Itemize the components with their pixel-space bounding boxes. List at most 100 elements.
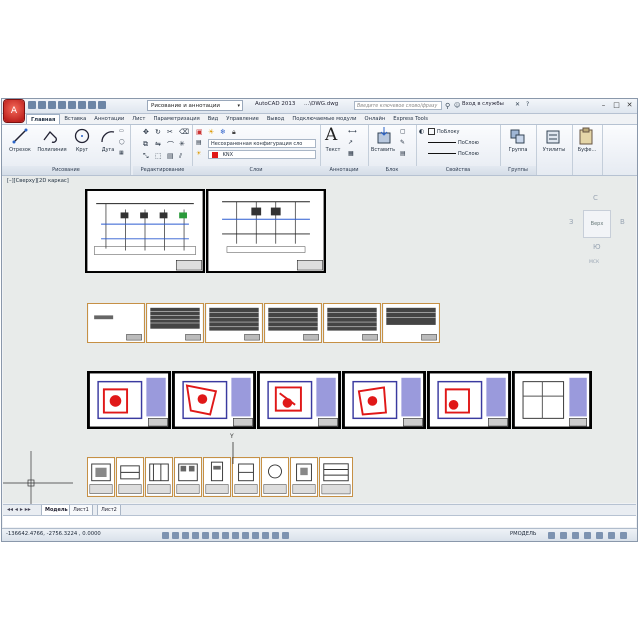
search-input[interactable]: Введите ключевое слово/фразу (354, 101, 442, 110)
dimension-icon[interactable]: ⟷ (348, 128, 357, 135)
edit-block-icon[interactable]: ✎ (400, 139, 405, 146)
status-menu-icon[interactable] (608, 532, 615, 539)
text-icon[interactable]: A (325, 125, 337, 145)
layer-properties-icon[interactable]: ▣ (196, 128, 203, 136)
color-select[interactable]: ПоБлоку (428, 128, 496, 136)
copy-icon[interactable]: ⧉ (143, 140, 148, 149)
tab-output[interactable]: Вывод (263, 114, 288, 124)
line-button[interactable]: Отрезок (4, 147, 36, 153)
lineweight-select[interactable]: ПоСлою (428, 150, 496, 158)
text-button[interactable]: Текст (320, 147, 346, 153)
leader-icon[interactable]: ↗ (348, 139, 353, 146)
polyline-icon[interactable] (42, 128, 58, 144)
save-as-icon[interactable] (58, 101, 66, 109)
wcs-menu[interactable]: МСК (589, 260, 599, 265)
close-icon[interactable]: ✕ (624, 100, 635, 110)
offset-icon[interactable]: ⫽ (179, 152, 182, 161)
workspace-switch-icon[interactable] (560, 532, 567, 539)
arc-icon[interactable] (100, 128, 116, 144)
otrack-icon[interactable] (222, 532, 229, 539)
viewcube-west[interactable]: З (569, 218, 574, 226)
hardware-acceleration-icon[interactable] (584, 532, 591, 539)
ducs-icon[interactable] (232, 532, 239, 539)
group-icon[interactable] (510, 127, 526, 145)
ortho-icon[interactable] (182, 532, 189, 539)
isolate-objects-icon[interactable] (596, 532, 603, 539)
group-button[interactable]: Группа (500, 147, 536, 153)
new-icon[interactable] (28, 101, 36, 109)
scale-icon[interactable]: ⬚ (155, 152, 162, 160)
command-line[interactable] (3, 515, 636, 527)
osnap-icon[interactable] (202, 532, 209, 539)
qp-icon[interactable] (272, 532, 279, 539)
rotate-icon[interactable]: ↻ (155, 128, 161, 136)
layer-select[interactable]: KNX (208, 150, 316, 159)
viewport-controls[interactable]: [–][Сверху][2D каркас] (7, 178, 69, 184)
clipboard-button[interactable]: Буфе... (572, 147, 602, 153)
tab-insert[interactable]: Вставка (60, 114, 90, 124)
annotation-panel-label[interactable]: Аннотации (320, 166, 368, 175)
clipboard-icon[interactable] (578, 127, 594, 145)
viewcube-east[interactable]: В (620, 218, 625, 226)
clean-screen-icon[interactable] (620, 532, 627, 539)
viewcube-top-face[interactable]: Верх (583, 210, 611, 238)
redo-icon[interactable] (88, 101, 96, 109)
layer-freeze-icon[interactable]: ❄ (220, 128, 226, 136)
rectangle-icon[interactable]: ▭ (119, 128, 124, 134)
create-block-icon[interactable]: ▢ (400, 128, 406, 135)
exchange-icon[interactable]: ✕ (515, 101, 520, 108)
help-icon[interactable]: ? (526, 101, 529, 108)
modify-panel-label[interactable]: Редактирование (133, 166, 192, 175)
circle-button[interactable]: Круг (70, 147, 94, 153)
application-menu-button[interactable]: A (4, 100, 24, 122)
save-icon[interactable] (48, 101, 56, 109)
undo-icon[interactable] (78, 101, 86, 109)
insert-button[interactable]: Вставить (368, 147, 398, 153)
sc-icon[interactable] (282, 532, 289, 539)
share-icon[interactable] (98, 101, 106, 109)
minimize-icon[interactable]: – (598, 100, 609, 110)
binoculars-icon[interactable]: ⚲ (445, 102, 450, 110)
attribute-icon[interactable]: ▤ (400, 150, 406, 157)
block-panel-label[interactable]: Блок (368, 166, 416, 175)
hatch-icon[interactable]: ▦ (119, 150, 124, 156)
maximize-icon[interactable]: □ (611, 100, 622, 110)
tab-express-tools[interactable]: Express Tools (389, 114, 432, 124)
viewcube-north[interactable]: С (593, 194, 598, 202)
tab-online[interactable]: Онлайн (361, 114, 390, 124)
quick-access-toolbar[interactable] (28, 101, 106, 111)
login-button[interactable]: Вход в службы (462, 101, 504, 107)
tpy-icon[interactable] (262, 532, 269, 539)
stretch-icon[interactable]: ⤡ (143, 152, 149, 161)
erase-icon[interactable]: ⌫ (179, 128, 189, 136)
properties-panel-label[interactable]: Свойства (416, 166, 500, 175)
tab-plugins[interactable]: Подключаемые модули (288, 114, 360, 124)
3dosnap-icon[interactable] (212, 532, 219, 539)
drawing-canvas[interactable]: [–][Сверху][2D каркас] Y С З В Ю Верх МС… (3, 176, 636, 511)
polyline-button[interactable]: Полилиния (34, 147, 70, 153)
ellipse-icon[interactable]: ◯ (119, 139, 125, 145)
circle-icon[interactable] (74, 128, 90, 144)
tab-manage[interactable]: Управление (222, 114, 263, 124)
polar-icon[interactable] (192, 532, 199, 539)
tab-layout[interactable]: Лист (128, 114, 149, 124)
draw-panel-label[interactable]: Рисование (2, 166, 130, 175)
linetype-select[interactable]: ПоСлою (428, 139, 496, 147)
trim-icon[interactable]: ✂ (167, 128, 173, 136)
fillet-icon[interactable]: ⌒ (167, 140, 174, 150)
groups-panel-label[interactable]: Группы (500, 166, 536, 175)
layers-panel-label[interactable]: Слои (192, 166, 320, 175)
match-properties-icon[interactable]: ◐ (419, 128, 424, 135)
lwt-icon[interactable] (252, 532, 259, 539)
plot-icon[interactable] (68, 101, 76, 109)
table-icon[interactable]: ▦ (348, 150, 354, 157)
model-space-toggle[interactable]: РМОДЕЛЬ (510, 531, 536, 537)
layer-state-select[interactable]: Несохраненная конфигурация сло (208, 139, 316, 148)
insert-block-icon[interactable] (376, 127, 392, 145)
workspace-select[interactable]: Рисование и аннотации ▾ (147, 100, 243, 111)
layer-lock-icon[interactable]: 🔒︎ (232, 128, 236, 137)
lock-icon[interactable] (572, 532, 579, 539)
array-icon[interactable]: ▤ (167, 152, 174, 160)
measure-icon[interactable] (545, 127, 561, 145)
annotation-scale-icon[interactable] (548, 532, 555, 539)
